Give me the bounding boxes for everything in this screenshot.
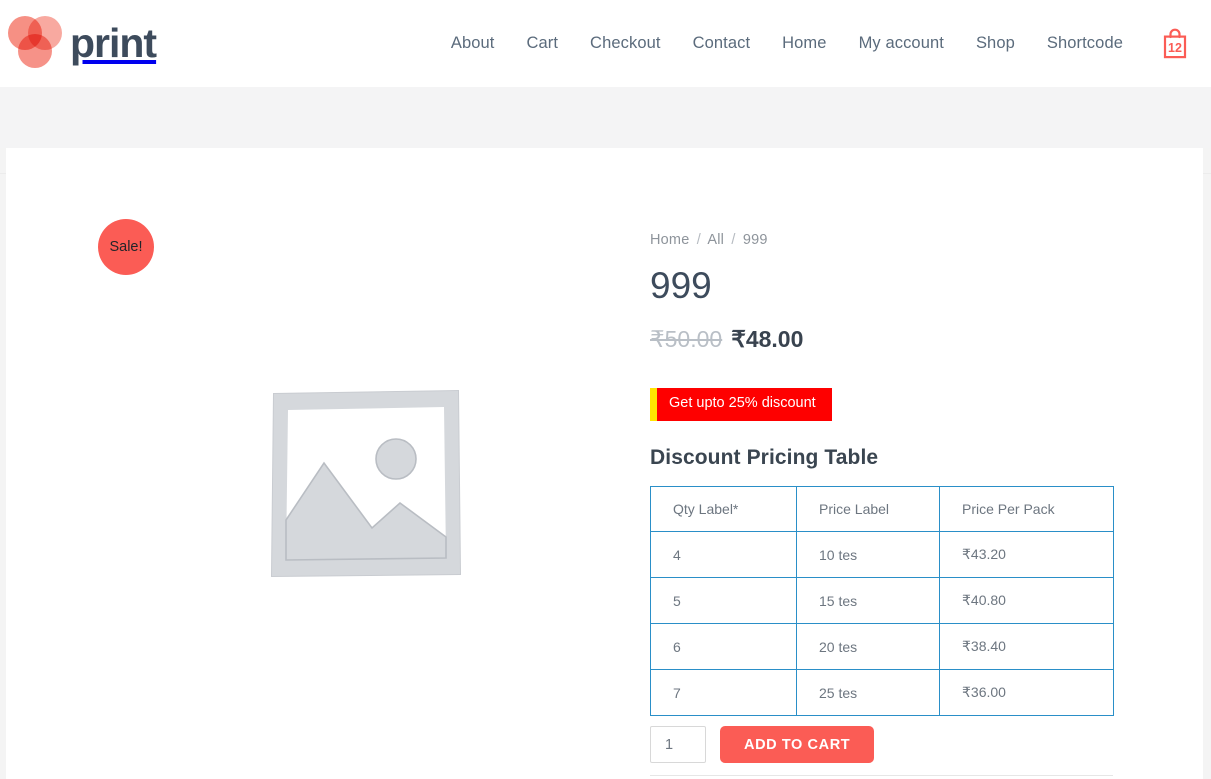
site-logo[interactable]: print — [8, 14, 157, 72]
column-header-price: Price Label — [796, 486, 940, 532]
cell-price: 20 tes — [796, 623, 940, 670]
column-header-qty: Qty Label* — [650, 486, 797, 532]
discount-banner[interactable]: Get upto 25% discount — [650, 388, 832, 421]
cell-price: 15 tes — [796, 577, 940, 624]
table-row: 6 20 tes ₹38.40 — [650, 623, 1114, 670]
product-gallery: Sale! — [6, 148, 646, 779]
table-header-row: Qty Label* Price Label Price Per Pack — [650, 486, 1114, 532]
nav-item-about[interactable]: About — [435, 34, 511, 53]
table-row: 4 10 tes ₹43.20 — [650, 531, 1114, 578]
breadcrumb-separator-1: / — [696, 232, 701, 248]
cell-price: 10 tes — [796, 531, 940, 578]
breadcrumb-home[interactable]: Home — [650, 232, 689, 248]
cell-price-pack: ₹43.20 — [939, 531, 1114, 578]
nav-item-cart[interactable]: Cart — [510, 34, 574, 53]
product-summary: Home / All / 999 999 ₹50.00 ₹48.00 Get u… — [645, 148, 1185, 779]
sale-badge: Sale! — [98, 219, 154, 275]
site-header: print About Cart Checkout Contact Home M… — [0, 0, 1211, 87]
table-row: 7 25 tes ₹36.00 — [650, 669, 1114, 716]
column-header-price-pack: Price Per Pack — [939, 486, 1114, 532]
price-sale: ₹48.00 — [731, 326, 804, 352]
page-title: 999 — [650, 265, 712, 306]
breadcrumb-separator-2: / — [731, 232, 736, 248]
product-page: print About Cart Checkout Contact Home M… — [0, 0, 1211, 779]
breadcrumb-category[interactable]: All — [707, 232, 724, 248]
three-circles-logo-icon — [8, 14, 68, 72]
main-navigation: About Cart Checkout Contact Home My acco… — [435, 0, 1193, 87]
add-to-cart-form: ADD TO CART — [650, 726, 875, 763]
breadcrumb-current: 999 — [742, 232, 768, 248]
breadcrumb: Home / All / 999 — [650, 232, 768, 248]
nav-item-my-account[interactable]: My account — [843, 34, 960, 53]
cell-qty: 6 — [650, 623, 797, 670]
nav-item-contact[interactable]: Contact — [677, 34, 767, 53]
cart-count-badge: 12 — [1168, 40, 1182, 55]
price-row: ₹50.00 ₹48.00 — [650, 326, 803, 353]
quantity-input[interactable] — [650, 726, 706, 763]
cell-price-pack: ₹36.00 — [939, 669, 1114, 716]
cell-qty: 7 — [650, 669, 797, 716]
nav-item-shortcode[interactable]: Shortcode — [1031, 34, 1139, 53]
cell-price-pack: ₹38.40 — [939, 623, 1114, 670]
cell-price: 25 tes — [796, 669, 940, 716]
cart-button[interactable]: 12 — [1157, 24, 1193, 64]
discount-table-heading: Discount Pricing Table — [650, 446, 879, 469]
logo-text: print — [70, 19, 157, 66]
cell-qty: 4 — [650, 531, 797, 578]
cell-price-pack: ₹40.80 — [939, 577, 1114, 624]
image-placeholder-icon[interactable] — [268, 385, 464, 581]
section-divider — [650, 775, 1113, 776]
discount-pricing-table: Qty Label* Price Label Price Per Pack 4 … — [650, 486, 1114, 716]
nav-item-home[interactable]: Home — [766, 34, 842, 53]
price-original: ₹50.00 — [650, 326, 723, 352]
nav-item-shop[interactable]: Shop — [960, 34, 1031, 53]
product-content-area: Sale! Home / All / 999 999 ₹50.00 ₹48.00 — [6, 148, 1203, 779]
nav-item-checkout[interactable]: Checkout — [574, 34, 677, 53]
page-hero-strip — [0, 87, 1211, 174]
add-to-cart-button[interactable]: ADD TO CART — [720, 726, 875, 763]
cell-qty: 5 — [650, 577, 797, 624]
table-row: 5 15 tes ₹40.80 — [650, 577, 1114, 624]
